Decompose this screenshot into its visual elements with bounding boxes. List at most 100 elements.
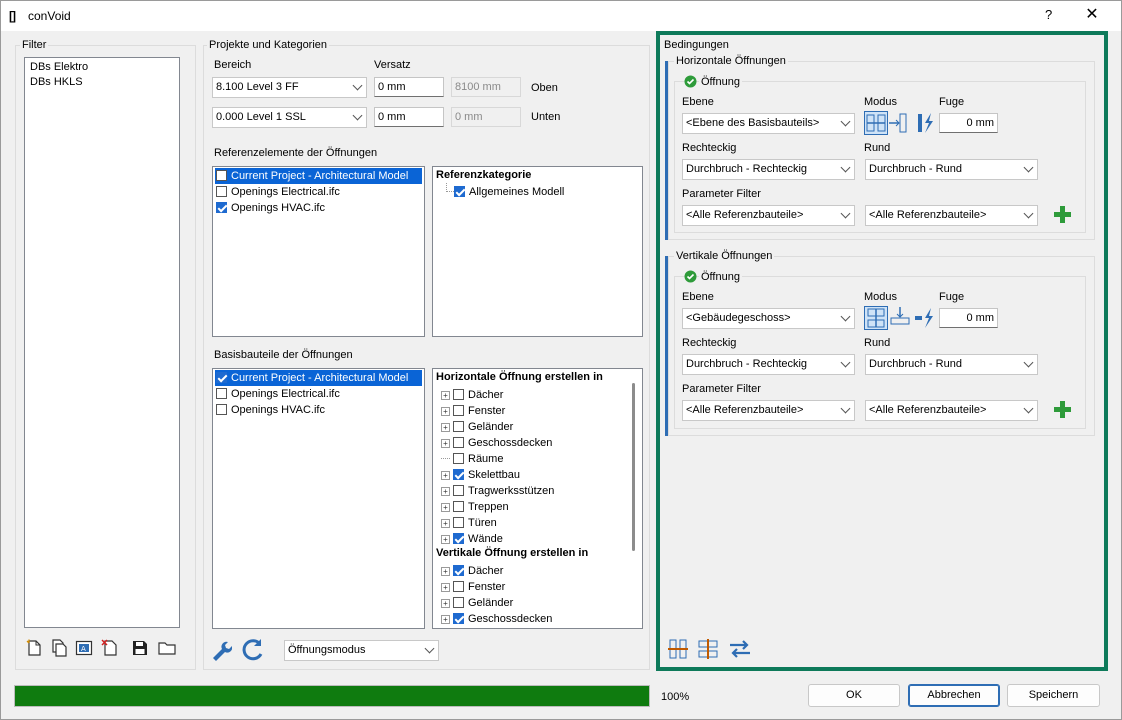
- mode-split-icon[interactable]: [916, 111, 936, 135]
- mode-split-vertical-icon[interactable]: [914, 306, 938, 330]
- vertical-rund-select[interactable]: Durchbruch - Rund: [865, 354, 1038, 375]
- mode-select[interactable]: Öffnungsmodus: [284, 640, 439, 661]
- wrench-icon[interactable]: [210, 639, 232, 661]
- vertical-ebene-select[interactable]: <Gebäudegeschoss>: [682, 308, 855, 329]
- copy-filter-icon[interactable]: [50, 639, 68, 657]
- expand-icon[interactable]: +: [441, 439, 450, 448]
- close-button[interactable]: ✕: [1079, 4, 1105, 26]
- horizontal-rund-select[interactable]: Durchbruch - Rund: [865, 159, 1038, 180]
- mode-center-icon[interactable]: [864, 111, 888, 135]
- base-elements-list[interactable]: Current Project - Architectural Model Op…: [212, 368, 425, 629]
- list-item[interactable]: Openings Electrical.ifc: [215, 386, 340, 402]
- checkbox[interactable]: [453, 453, 464, 464]
- ref-elements-list[interactable]: Current Project - Architectural Model Op…: [212, 166, 425, 337]
- checkbox[interactable]: [216, 404, 227, 415]
- expand-icon[interactable]: +: [441, 519, 450, 528]
- tree-item[interactable]: + Geländer: [441, 419, 626, 435]
- list-item[interactable]: Current Project - Architectural Model: [215, 370, 422, 386]
- expand-icon[interactable]: +: [441, 487, 450, 496]
- tree-item[interactable]: + Dächer: [441, 563, 626, 579]
- checkbox[interactable]: [454, 186, 465, 197]
- filter-item[interactable]: DBs Elektro: [30, 61, 88, 73]
- checkbox[interactable]: [453, 565, 464, 576]
- vertical-param-left-select[interactable]: <Alle Referenzbauteile>: [682, 400, 855, 421]
- add-icon[interactable]: [1054, 206, 1071, 223]
- tree-item[interactable]: + Skelettbau: [441, 467, 626, 483]
- cancel-button[interactable]: Abbrechen: [908, 684, 1000, 707]
- checkbox[interactable]: [216, 170, 227, 181]
- tree-item[interactable]: + Geschossdecken: [441, 611, 626, 627]
- expand-icon[interactable]: +: [441, 471, 450, 480]
- delete-filter-icon[interactable]: [101, 639, 119, 657]
- horizontal-param-left-select[interactable]: <Alle Referenzbauteile>: [682, 205, 855, 226]
- checkbox[interactable]: [216, 388, 227, 399]
- tree-item[interactable]: Allgemeines Modell: [442, 184, 632, 200]
- horizontal-mode-icon[interactable]: [667, 638, 689, 660]
- checkbox[interactable]: [453, 405, 464, 416]
- list-item[interactable]: Openings HVAC.ifc: [215, 200, 325, 216]
- filter-item[interactable]: DBs HKLS: [30, 76, 83, 88]
- category-tree[interactable]: Horizontale Öffnung erstellen in + Dächer…: [432, 368, 643, 629]
- list-item[interactable]: Openings Electrical.ifc: [215, 184, 340, 200]
- expand-icon[interactable]: +: [441, 503, 450, 512]
- mode-offset-vertical-icon[interactable]: [888, 306, 912, 330]
- tree-item[interactable]: + Dächer: [441, 387, 626, 403]
- bottom-level-select[interactable]: 0.000 Level 1 SSL: [212, 107, 367, 128]
- horizontal-param-right-select[interactable]: <Alle Referenzbauteile>: [865, 205, 1038, 226]
- checkbox[interactable]: [453, 437, 464, 448]
- expand-icon[interactable]: +: [441, 391, 450, 400]
- vertical-rechteckig-select[interactable]: Durchbruch - Rechteckig: [682, 354, 855, 375]
- checkbox[interactable]: [453, 485, 464, 496]
- vertical-fuge-input[interactable]: 0 mm: [939, 308, 998, 328]
- filter-list[interactable]: DBs Elektro DBs HKLS: [24, 57, 180, 628]
- tree-item[interactable]: + Wände: [441, 531, 626, 547]
- tree-item[interactable]: + Türen: [441, 515, 626, 531]
- checkbox[interactable]: [216, 202, 227, 213]
- expand-icon[interactable]: +: [441, 407, 450, 416]
- vertical-param-right-select[interactable]: <Alle Referenzbauteile>: [865, 400, 1038, 421]
- checkbox[interactable]: [453, 581, 464, 592]
- rename-filter-icon[interactable]: A: [75, 639, 93, 657]
- bottom-offset-input[interactable]: 0 mm: [374, 107, 444, 127]
- tree-item[interactable]: + Geländer: [441, 595, 626, 611]
- save-button[interactable]: Speichern: [1007, 684, 1100, 707]
- top-offset-input[interactable]: 0 mm: [374, 77, 444, 97]
- tree-item[interactable]: + Fenster: [441, 579, 626, 595]
- tree-item[interactable]: Räume: [441, 451, 626, 467]
- expand-icon[interactable]: +: [441, 423, 450, 432]
- new-filter-icon[interactable]: [25, 639, 43, 657]
- checkbox[interactable]: [453, 517, 464, 528]
- tree-item[interactable]: + Treppen: [441, 499, 626, 515]
- vertical-mode-icon[interactable]: [697, 638, 719, 660]
- checkbox[interactable]: [453, 533, 464, 544]
- list-item[interactable]: Current Project - Architectural Model: [215, 168, 422, 184]
- expand-icon[interactable]: +: [441, 583, 450, 592]
- tree-item[interactable]: + Fenster: [441, 403, 626, 419]
- checkbox[interactable]: [453, 389, 464, 400]
- expand-icon[interactable]: +: [441, 535, 450, 544]
- checkbox[interactable]: [453, 613, 464, 624]
- help-button[interactable]: ?: [1045, 7, 1052, 22]
- mode-offset-icon[interactable]: [888, 111, 908, 135]
- save-filter-icon[interactable]: [132, 640, 148, 656]
- checkbox[interactable]: [453, 501, 464, 512]
- top-level-select[interactable]: 8.100 Level 3 FF: [212, 77, 367, 98]
- tree-item[interactable]: + Geschossdecken: [441, 435, 626, 451]
- tree-item[interactable]: + Tragwerksstützen: [441, 483, 626, 499]
- horizontal-fuge-input[interactable]: 0 mm: [939, 113, 998, 133]
- open-folder-icon[interactable]: [158, 640, 176, 656]
- horizontal-ebene-select[interactable]: <Ebene des Basisbauteils>: [682, 113, 855, 134]
- expand-icon[interactable]: +: [441, 567, 450, 576]
- mode-center-vertical-icon[interactable]: [864, 306, 888, 330]
- checkbox[interactable]: [453, 469, 464, 480]
- ok-button[interactable]: OK: [808, 684, 900, 707]
- horizontal-rechteckig-select[interactable]: Durchbruch - Rechteckig: [682, 159, 855, 180]
- list-item[interactable]: Openings HVAC.ifc: [215, 402, 325, 418]
- refresh-icon[interactable]: [241, 638, 265, 662]
- checkbox[interactable]: [216, 186, 227, 197]
- ref-category-tree[interactable]: Referenzkategorie Allgemeines Modell: [432, 166, 643, 337]
- checkbox[interactable]: [216, 372, 227, 383]
- add-icon[interactable]: [1054, 401, 1071, 418]
- expand-icon[interactable]: +: [441, 599, 450, 608]
- scrollbar-thumb[interactable]: [632, 383, 635, 551]
